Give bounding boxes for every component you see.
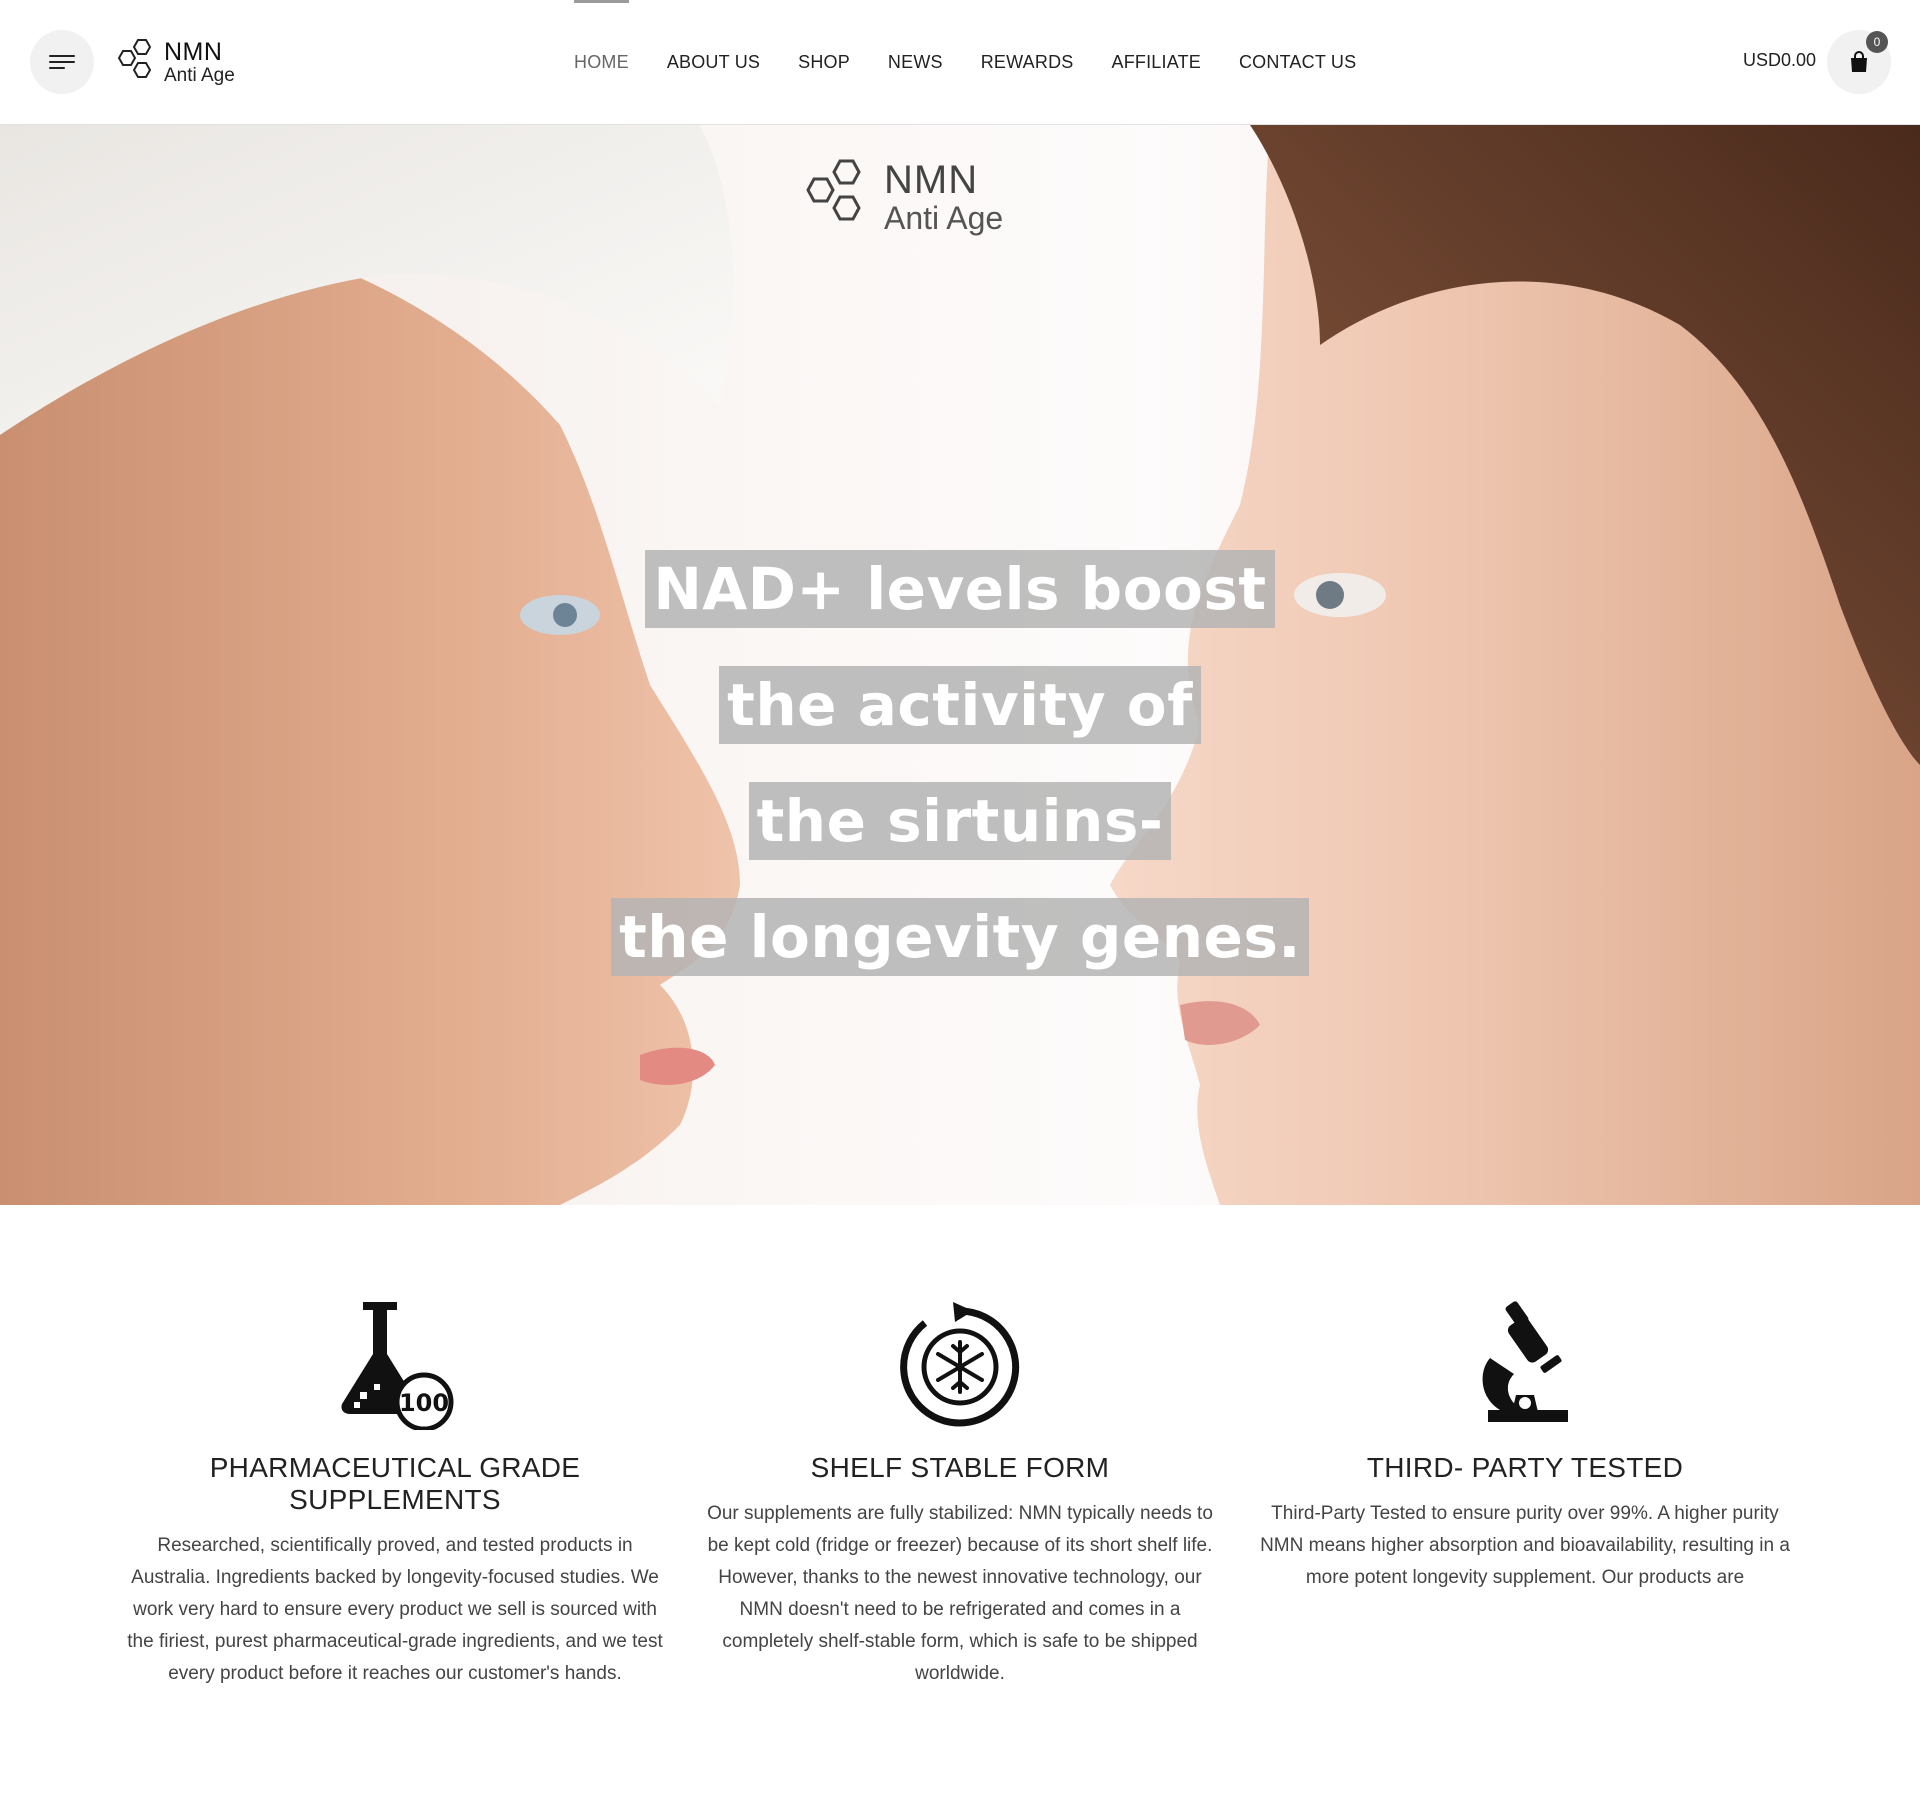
hamburger-menu-button[interactable] (30, 30, 94, 94)
hexagon-logo-icon (117, 39, 152, 78)
feature-text: Researched, scientifically proved, and t… (127, 1535, 663, 1684)
nav-news[interactable]: NEWS (888, 0, 943, 125)
hero-line-3: the sirtuins- (748, 782, 1172, 860)
hero-logo-line1: NMN (884, 158, 979, 202)
nav-shop[interactable]: SHOP (798, 0, 850, 125)
nav-rewards[interactable]: REWARDS (981, 0, 1074, 125)
hamburger-icon (49, 53, 75, 71)
flask-100-icon: 100 (341, 1302, 454, 1430)
hero-logo-line2: Anti Age (884, 200, 1004, 236)
cart-total[interactable]: USD0.00 (1743, 50, 1816, 71)
snowflake-cycle-icon (900, 1302, 1020, 1427)
nav-affiliate[interactable]: AFFILIATE (1111, 0, 1200, 125)
hero-line-4: the longevity genes. (611, 898, 1309, 976)
hero-headline: NAD+ levels boost the activity of the si… (0, 550, 1920, 1014)
hexagon-logo-icon (806, 159, 861, 221)
hero-line-1: NAD+ levels boost (645, 550, 1275, 628)
features-section: 100 PHARMACEUTICAL GRADE SUPPLEMENTS Res… (0, 1205, 1920, 1805)
hero-line-2: the activity of (719, 666, 1201, 744)
hero-banner: NMN Anti Age NAD+ levels boost the activ… (0, 125, 1920, 1205)
feature-third-party-tested: THIRD- PARTY TESTED Third-Party Tested t… (1260, 1205, 1790, 1594)
feature-pharmaceutical-grade: 100 PHARMACEUTICAL GRADE SUPPLEMENTS Res… (125, 1205, 665, 1690)
site-header: NMN Anti Age HOME ABOUT US SHOP NEWS REW… (0, 0, 1920, 125)
feature-title: THIRD- PARTY TESTED (1366, 1452, 1684, 1483)
nav-contact-us[interactable]: CONTACT US (1239, 0, 1356, 125)
nav-home[interactable]: HOME (574, 0, 629, 125)
feature-text: Third-Party Tested to ensure purity over… (1260, 1503, 1790, 1588)
feature-text: Our supplements are fully stabilized: NM… (707, 1503, 1213, 1684)
svg-text:100: 100 (399, 1389, 449, 1417)
main-nav: HOME ABOUT US SHOP NEWS REWARDS AFFILIAT… (556, 0, 1356, 125)
feature-shelf-stable: SHELF STABLE FORM Our supplements are fu… (695, 1205, 1225, 1690)
shopping-bag-icon (1851, 51, 1867, 72)
feature-title: PHARMACEUTICAL GRADE SUPPLEMENTS (209, 1452, 581, 1515)
feature-title: SHELF STABLE FORM (810, 1452, 1110, 1483)
nav-about-us[interactable]: ABOUT US (667, 0, 760, 125)
hero-logo: NMN Anti Age (792, 155, 1003, 239)
cart-count-badge: 0 (1866, 31, 1888, 53)
logo-line1: NMN (164, 37, 223, 66)
logo-line2: Anti Age (164, 64, 235, 86)
site-logo[interactable]: NMN Anti Age (108, 34, 235, 90)
microscope-icon (1482, 1301, 1568, 1422)
